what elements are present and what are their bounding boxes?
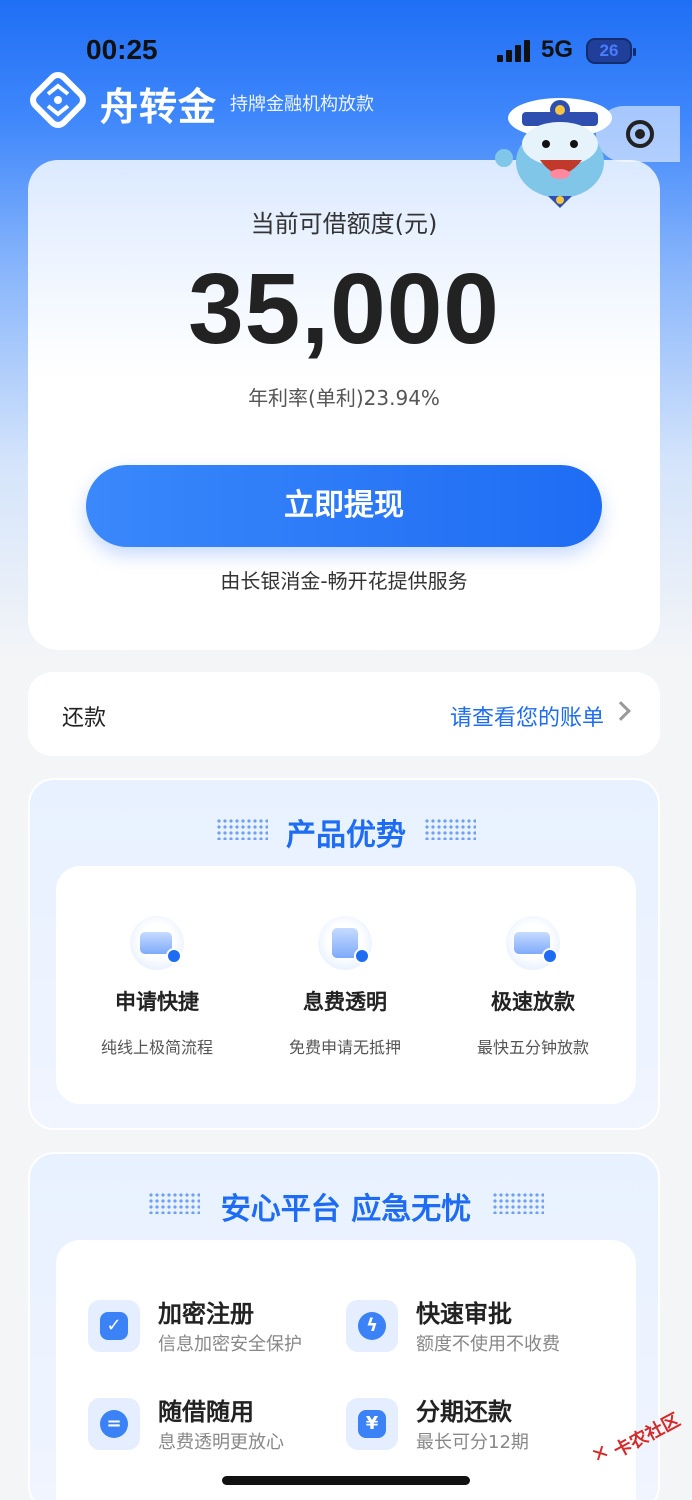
battery-icon: 26: [586, 38, 636, 64]
repay-row[interactable]: 还款 请查看您的账单: [28, 672, 660, 756]
watermark-text: 卡农社区: [610, 1409, 684, 1462]
dots-right-decoration: [424, 818, 476, 840]
brand-logo-icon: [30, 72, 86, 128]
benefit-item: ϟ 快速审批 额度不使用不收费: [346, 1298, 606, 1358]
benefit-title: 快速审批: [416, 1300, 512, 1328]
shield-check-icon: ✓: [88, 1300, 140, 1352]
card-icon: [130, 916, 184, 970]
feature-desc: 免费申请无抵押: [288, 1038, 401, 1057]
battery-level: 26: [599, 41, 619, 60]
advantages-title: 产品优势: [286, 818, 406, 853]
yen-ticket-icon: ¥: [346, 1398, 398, 1450]
provider-text: 由长银消金-畅开花提供服务: [220, 569, 468, 593]
brand-tagline: 持牌金融机构放款: [230, 94, 374, 115]
feature-title: 申请快捷: [115, 990, 199, 1014]
limit-value: 35,000: [188, 253, 500, 365]
benefit-item: ✓ 加密注册 信息加密安全保护: [88, 1298, 348, 1358]
dots-right-decoration: [492, 1192, 544, 1214]
feature-item: 申请快捷 纯线上极简流程: [62, 916, 252, 1058]
benefit-desc: 最长可分12期: [416, 1432, 529, 1453]
document-icon: [318, 916, 372, 970]
benefit-title: 随借随用: [158, 1398, 254, 1426]
status-time: 00:25: [86, 34, 158, 65]
benefit-desc: 息费透明更放心: [158, 1432, 284, 1453]
benefit-title: 加密注册: [158, 1300, 254, 1328]
benefit-item: = 随借随用 息费透明更放心: [88, 1396, 348, 1456]
chevron-right-icon: [611, 701, 631, 721]
status-bar: 00:25 5G 26: [0, 30, 692, 74]
advantages-section: 产品优势 申请快捷 纯线上极简流程 息费透明 免费申请无抵押 极速放款 最快五分…: [28, 778, 660, 1130]
interest-rate: 年利率(单利)23.94%: [248, 386, 440, 410]
view-bill-link[interactable]: 请查看您的账单: [450, 700, 604, 732]
feature-title: 息费透明: [303, 990, 387, 1014]
feature-desc: 最快五分钟放款: [476, 1038, 589, 1057]
bill-icon: =: [88, 1398, 140, 1450]
benefit-desc: 额度不使用不收费: [416, 1334, 560, 1355]
target-icon: [626, 120, 654, 148]
benefit-item: ¥ 分期还款 最长可分12期: [346, 1396, 606, 1456]
assurance-section: 安心平台 应急无忧 ✓ 加密注册 信息加密安全保护 ϟ 快速审批 额度不使用不收…: [28, 1152, 660, 1500]
feature-item: 极速放款 最快五分钟放款: [438, 916, 628, 1058]
repay-label: 还款: [62, 706, 107, 731]
benefit-desc: 信息加密安全保护: [158, 1334, 302, 1355]
brand-name: 舟转金: [100, 85, 218, 129]
advantages-card: 申请快捷 纯线上极简流程 息费透明 免费申请无抵押 极速放款 最快五分钟放款: [56, 866, 636, 1104]
assurance-title: 安心平台 应急无忧: [220, 1192, 472, 1227]
feature-title: 极速放款: [491, 990, 575, 1014]
signal-icon: [497, 40, 531, 62]
feature-desc: 纯线上极简流程: [100, 1038, 213, 1057]
feature-item: 息费透明 免费申请无抵押: [250, 916, 440, 1058]
withdraw-button[interactable]: 立即提现: [86, 465, 602, 547]
wallet-icon: [506, 916, 560, 970]
home-indicator: [222, 1476, 470, 1485]
mascot-illustration: [495, 98, 612, 208]
credit-limit-card: 当前可借额度(元) 35,000 年利率(单利)23.94% 立即提现 由长银消…: [28, 160, 660, 650]
assurance-card: ✓ 加密注册 信息加密安全保护 ϟ 快速审批 额度不使用不收费 = 随借随用 息…: [56, 1240, 636, 1500]
benefit-title: 分期还款: [416, 1398, 512, 1426]
lightning-icon: ϟ: [346, 1300, 398, 1352]
network-label: 5G: [541, 36, 574, 63]
